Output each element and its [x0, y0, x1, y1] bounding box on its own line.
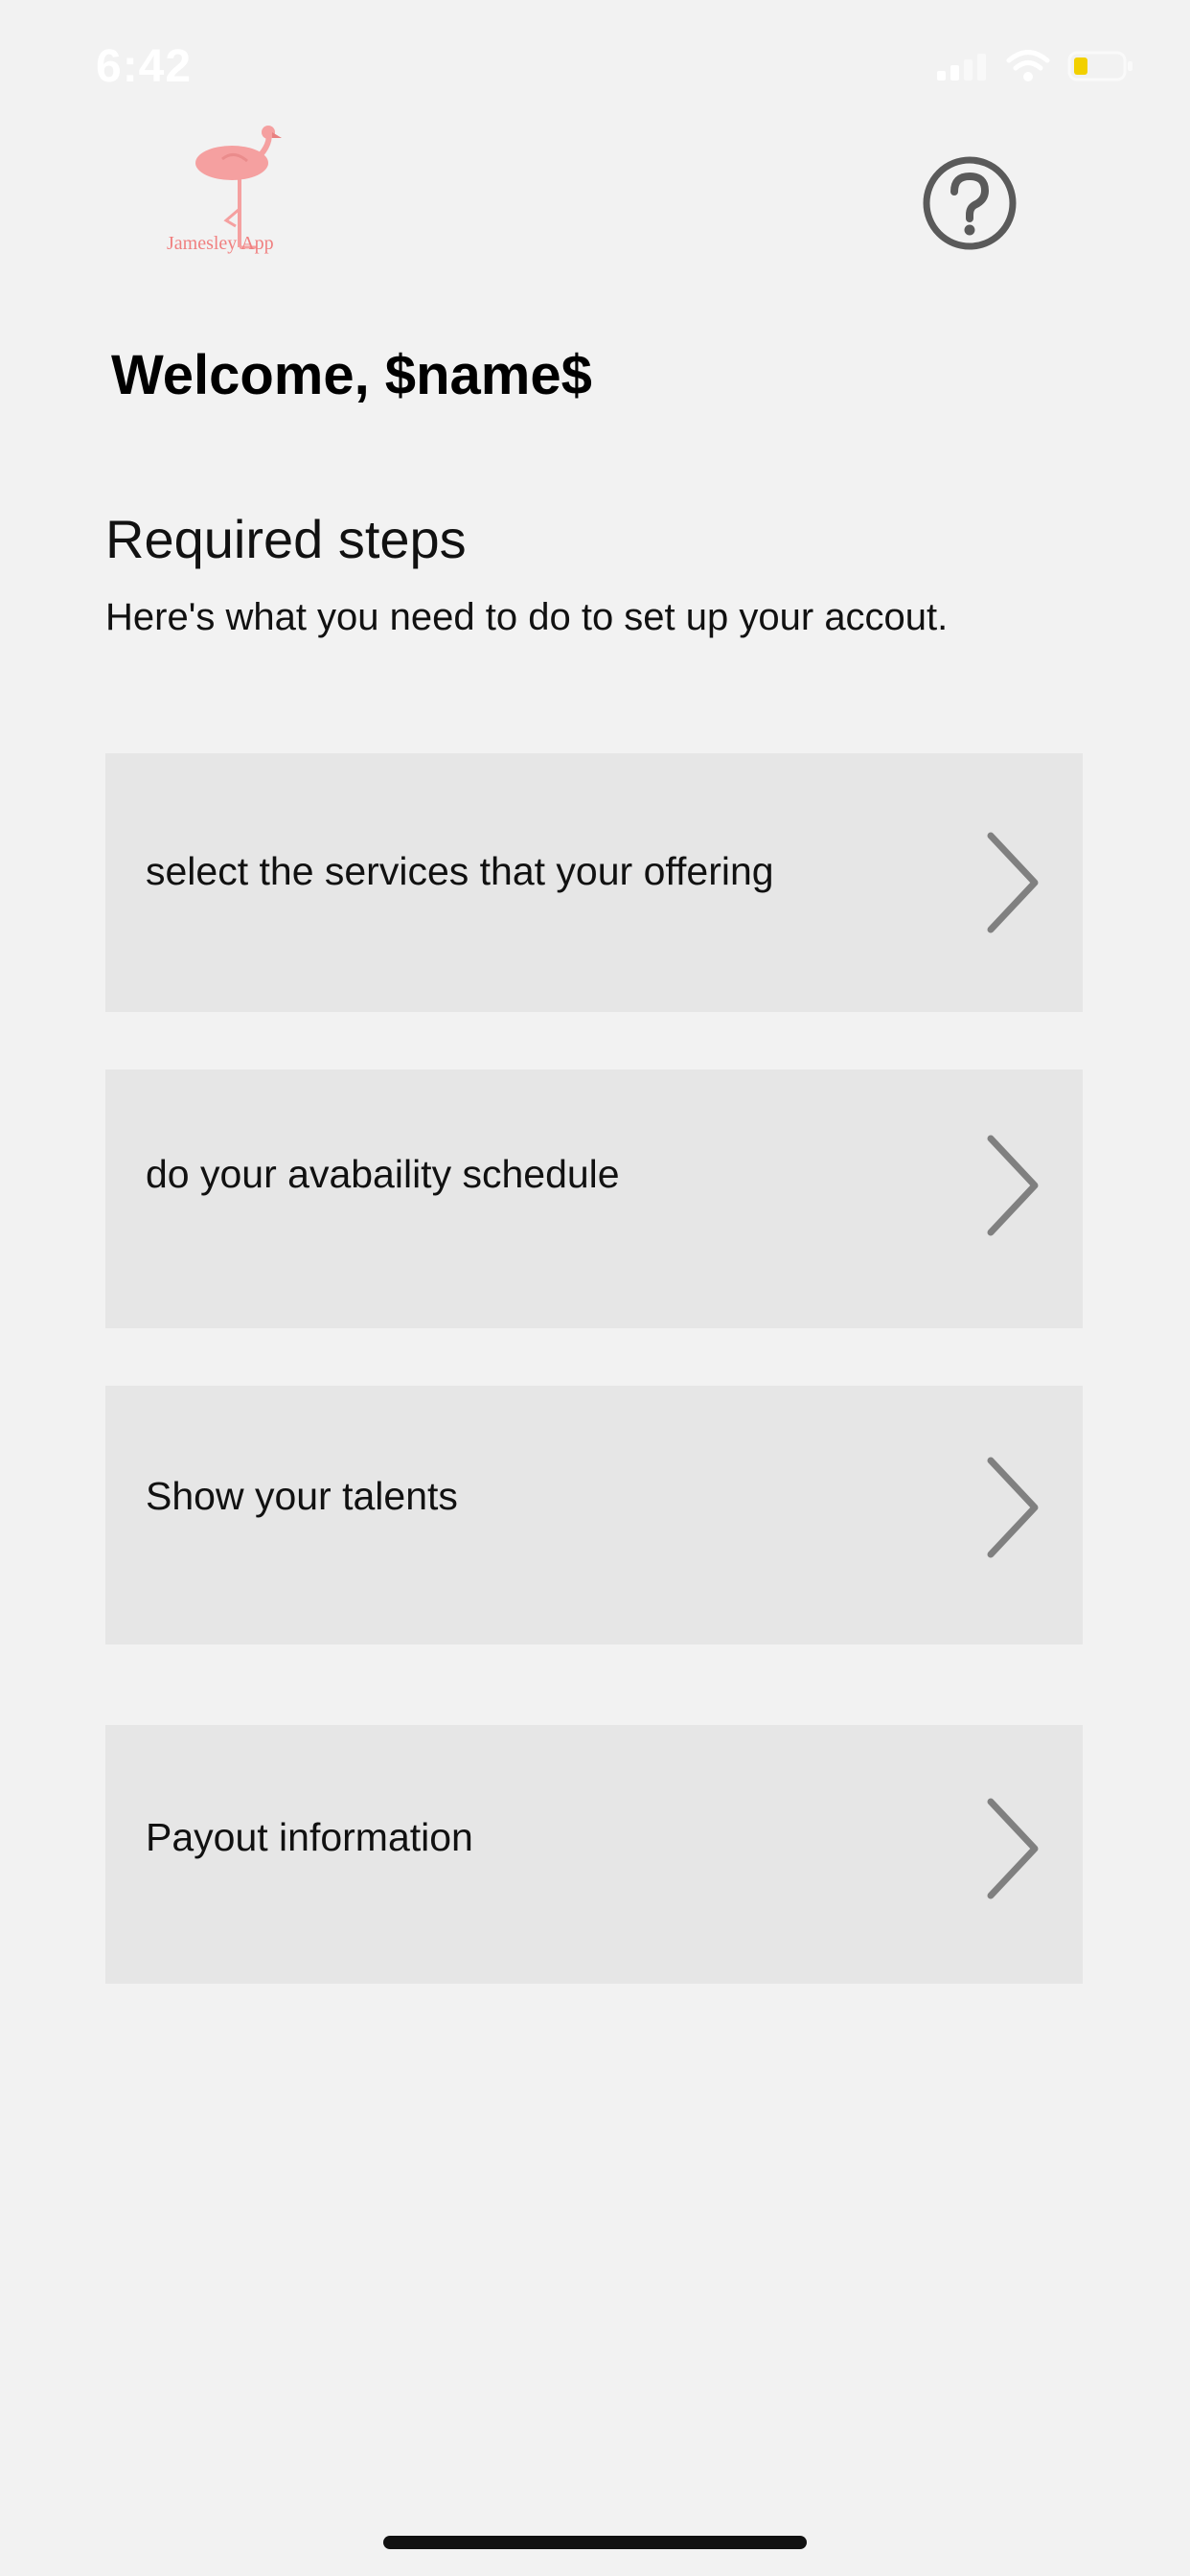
status-icons	[935, 50, 1134, 82]
wifi-icon	[1006, 50, 1050, 81]
logo-text: Jamesley App	[167, 233, 274, 254]
required-steps-title: Required steps	[105, 509, 467, 569]
step-card-payout[interactable]: Payout information	[105, 1725, 1083, 1984]
step-label: Show your talents	[146, 1474, 458, 1518]
welcome-heading: Welcome, $name$	[111, 344, 592, 406]
step-card-availability[interactable]: do your avabaility schedule	[105, 1070, 1083, 1328]
step-label: do your avabaility schedule	[146, 1152, 620, 1196]
help-button[interactable]	[920, 153, 1019, 253]
chevron-right-icon	[987, 1457, 1039, 1558]
status-bar: 6:42	[0, 0, 1190, 144]
chevron-right-icon	[987, 832, 1039, 933]
step-card-talents[interactable]: Show your talents	[105, 1386, 1083, 1644]
step-label: select the services that your offering	[146, 849, 774, 893]
signal-icon	[937, 54, 986, 80]
question-circle-icon	[923, 156, 1017, 250]
battery-icon	[1067, 51, 1133, 81]
required-steps-subtitle: Here's what you need to do to set up you…	[105, 596, 949, 638]
home-indicator[interactable]	[383, 2536, 807, 2549]
step-card-services[interactable]: select the services that your offering	[105, 753, 1083, 1012]
flamingo-logo-icon: Jamesley App	[167, 126, 282, 254]
app-logo: Jamesley App	[165, 125, 318, 268]
chevron-right-icon	[987, 1798, 1039, 1899]
step-label: Payout information	[146, 1815, 473, 1859]
status-time: 6:42	[96, 41, 193, 92]
chevron-right-icon	[987, 1135, 1039, 1236]
